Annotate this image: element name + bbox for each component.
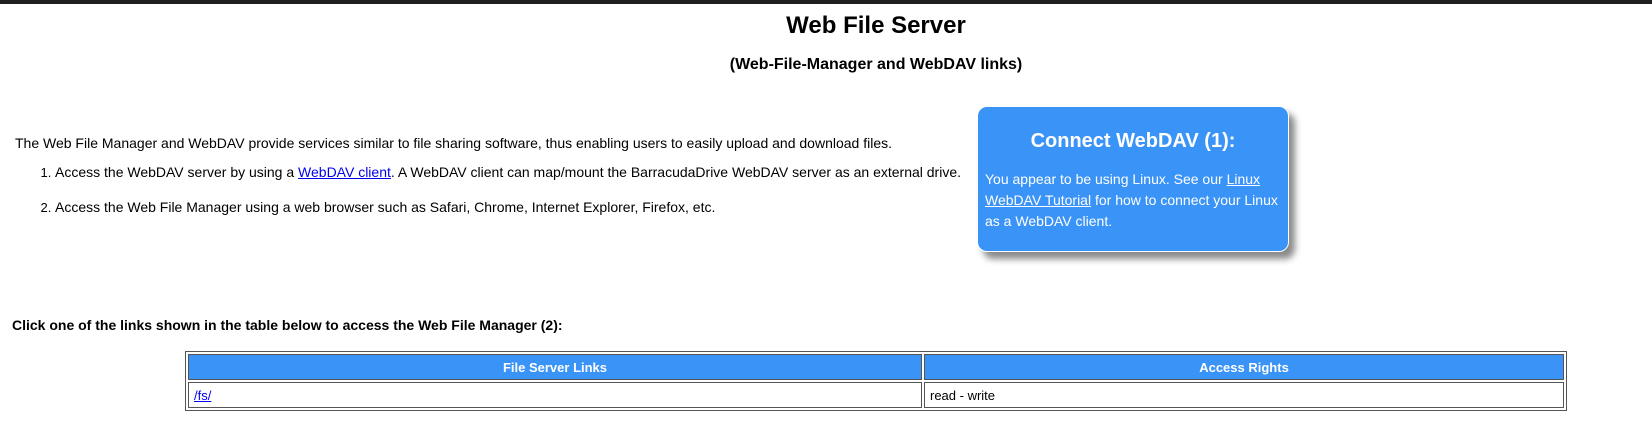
intro-text: The Web File Manager and WebDAV provide … [15, 135, 893, 151]
page-title: Web File Server [786, 12, 966, 39]
connect-webdav-box: Connect WebDAV (1): You appear to be usi… [977, 106, 1289, 252]
connect-text-before: You appear to be using Linux. See our [985, 171, 1227, 187]
connect-webdav-text: You appear to be using Linux. See our Li… [985, 169, 1281, 232]
steps-list: Access the WebDAV server by using a WebD… [0, 162, 961, 232]
table-header-row: File Server Links Access Rights [188, 354, 1564, 380]
table-row: /fs/ read - write [188, 382, 1564, 408]
page-subtitle: (Web-File-Manager and WebDAV links) [729, 56, 1023, 73]
step-file-manager-text: Access the Web File Manager using a web … [55, 199, 716, 215]
table-intro: Click one of the links shown in the tabl… [12, 317, 563, 333]
header-file-server-links: File Server Links [188, 354, 922, 380]
webdav-client-link[interactable]: WebDAV client [298, 164, 391, 180]
top-bar [0, 0, 1652, 4]
file-server-links-table: File Server Links Access Rights /fs/ rea… [185, 351, 1567, 411]
cell-access-rights: read - write [924, 382, 1564, 408]
connect-webdav-title: Connect WebDAV (1): [1030, 130, 1236, 152]
header-access-rights: Access Rights [924, 354, 1564, 380]
step-webdav: Access the WebDAV server by using a WebD… [55, 162, 961, 197]
fs-link[interactable]: /fs/ [194, 388, 211, 403]
cell-link: /fs/ [188, 382, 922, 408]
step-file-manager: Access the Web File Manager using a web … [55, 197, 961, 232]
step-webdav-text-after: . A WebDAV client can map/mount the Barr… [390, 164, 962, 180]
step-webdav-text-before: Access the WebDAV server by using a [55, 164, 299, 180]
